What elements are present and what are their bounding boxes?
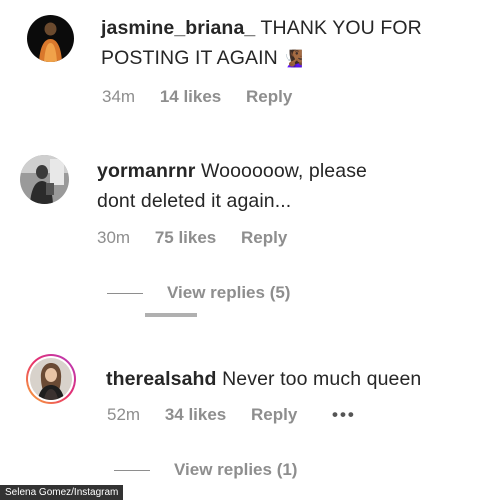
timestamp: 34m (102, 87, 136, 106)
view-replies-label: View replies (1) (174, 460, 298, 479)
likes-count[interactable]: 34 likes (165, 405, 226, 424)
comment-text: therealsahd Never too much queen (106, 364, 466, 394)
clipped-text: ▬▬▬▬ (145, 313, 197, 319)
avatar[interactable] (27, 15, 74, 62)
photo-credit: Selena Gomez/Instagram (0, 485, 124, 500)
timestamp: 30m (97, 228, 131, 247)
comment-meta: 34m 14 likes Reply (102, 87, 312, 107)
divider-line (107, 293, 143, 295)
view-replies-button[interactable]: View replies (5) (107, 283, 290, 303)
username[interactable]: yormanrnr (97, 160, 195, 182)
avatar[interactable] (20, 155, 69, 204)
comment-text-line2: POSTING IT AGAIN (101, 47, 278, 69)
timestamp: 52m (107, 405, 141, 424)
likes-count[interactable]: 75 likes (155, 228, 216, 247)
view-replies-label: View replies (5) (167, 283, 291, 302)
reply-button[interactable]: Reply (241, 228, 287, 247)
avatar-story-ring[interactable] (25, 353, 77, 405)
likes-count[interactable]: 14 likes (160, 87, 221, 106)
reply-button[interactable]: Reply (251, 405, 297, 424)
username[interactable]: therealsahd (106, 368, 217, 390)
comment-text-line1: Never too much queen (222, 368, 422, 390)
comment-text-line1: Woooooow, please (200, 160, 367, 182)
comment-text: jasmine_briana_ THANK YOU FOR POSTING IT… (101, 13, 461, 75)
emoji: 🧏🏾‍♀️ (283, 51, 304, 68)
reply-button[interactable]: Reply (246, 87, 292, 106)
comment-meta: 30m 75 likes Reply (97, 228, 307, 248)
more-options-icon[interactable]: ••• (332, 405, 356, 424)
comment-meta: 52m 34 likes Reply ••• (107, 405, 376, 425)
divider-line (114, 470, 150, 472)
view-replies-button[interactable]: View replies (1) (114, 460, 297, 480)
comment-text-line2: dont deleted it again... (97, 190, 292, 212)
comment-text-line1: THANK YOU FOR (260, 17, 422, 39)
comment-text: yormanrnr Woooooow, please dont deleted … (97, 156, 457, 216)
username[interactable]: jasmine_briana_ (101, 17, 255, 39)
